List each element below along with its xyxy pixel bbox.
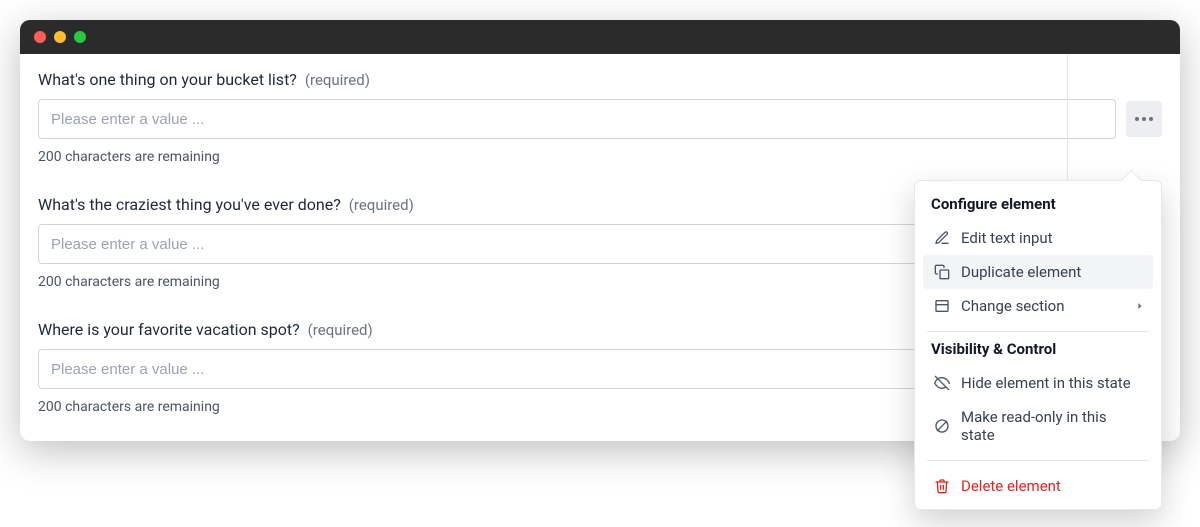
popover-section-title: Visibility & Control	[915, 340, 1161, 366]
close-window-button[interactable]	[34, 31, 46, 43]
app-window: What's one thing on your bucket list? (r…	[20, 20, 1180, 441]
form-field: What's one thing on your bucket list? (r…	[38, 70, 1162, 165]
text-input[interactable]	[38, 99, 1116, 139]
menu-item-label: Hide element in this state	[961, 374, 1131, 392]
popover-section-title: Configure element	[915, 195, 1161, 221]
element-more-button[interactable]	[1126, 101, 1162, 137]
more-icon	[1149, 117, 1153, 121]
eye-off-icon	[933, 374, 951, 392]
chevron-right-icon	[1135, 301, 1145, 311]
traffic-lights	[34, 31, 86, 43]
field-label-row: What's one thing on your bucket list? (r…	[38, 70, 1162, 89]
menu-item-label: Delete element	[961, 477, 1061, 495]
input-row	[38, 99, 1162, 139]
popover-group: Delete element	[915, 469, 1161, 503]
minimize-window-button[interactable]	[54, 31, 66, 43]
menu-item-label: Change section	[961, 297, 1065, 315]
more-icon	[1135, 117, 1139, 121]
trash-icon	[933, 477, 951, 495]
field-required-hint: (required)	[305, 71, 370, 89]
popover-separator	[927, 331, 1149, 332]
menu-item-label: Make read-only in this state	[961, 408, 1143, 444]
popover-group: Edit text input Duplicate element Change…	[915, 221, 1161, 323]
duplicate-icon	[933, 263, 951, 281]
configure-element-popover: Configure element Edit text input Duplic…	[914, 180, 1162, 510]
char-remaining: 200 characters are remaining	[38, 149, 1162, 165]
popover-separator	[927, 460, 1149, 461]
section-icon	[933, 297, 951, 315]
menu-item-edit-text-input[interactable]: Edit text input	[923, 221, 1153, 255]
maximize-window-button[interactable]	[74, 31, 86, 43]
window-titlebar	[20, 20, 1180, 54]
menu-item-hide-element[interactable]: Hide element in this state	[923, 366, 1153, 400]
field-label: What's the craziest thing you've ever do…	[38, 195, 341, 214]
menu-item-duplicate-element[interactable]: Duplicate element	[923, 255, 1153, 289]
pencil-icon	[933, 229, 951, 247]
menu-item-delete-element[interactable]: Delete element	[923, 469, 1153, 503]
field-label: Where is your favorite vacation spot?	[38, 320, 300, 339]
readonly-icon	[933, 417, 951, 435]
field-label: What's one thing on your bucket list?	[38, 70, 297, 89]
menu-item-label: Duplicate element	[961, 263, 1081, 281]
field-required-hint: (required)	[349, 196, 414, 214]
field-required-hint: (required)	[308, 321, 373, 339]
content-area: What's one thing on your bucket list? (r…	[20, 54, 1180, 441]
popover-group: Hide element in this state Make read-onl…	[915, 366, 1161, 452]
menu-item-label: Edit text input	[961, 229, 1053, 247]
menu-item-change-section[interactable]: Change section	[923, 289, 1153, 323]
menu-item-make-readonly[interactable]: Make read-only in this state	[923, 400, 1153, 452]
more-icon	[1142, 117, 1146, 121]
